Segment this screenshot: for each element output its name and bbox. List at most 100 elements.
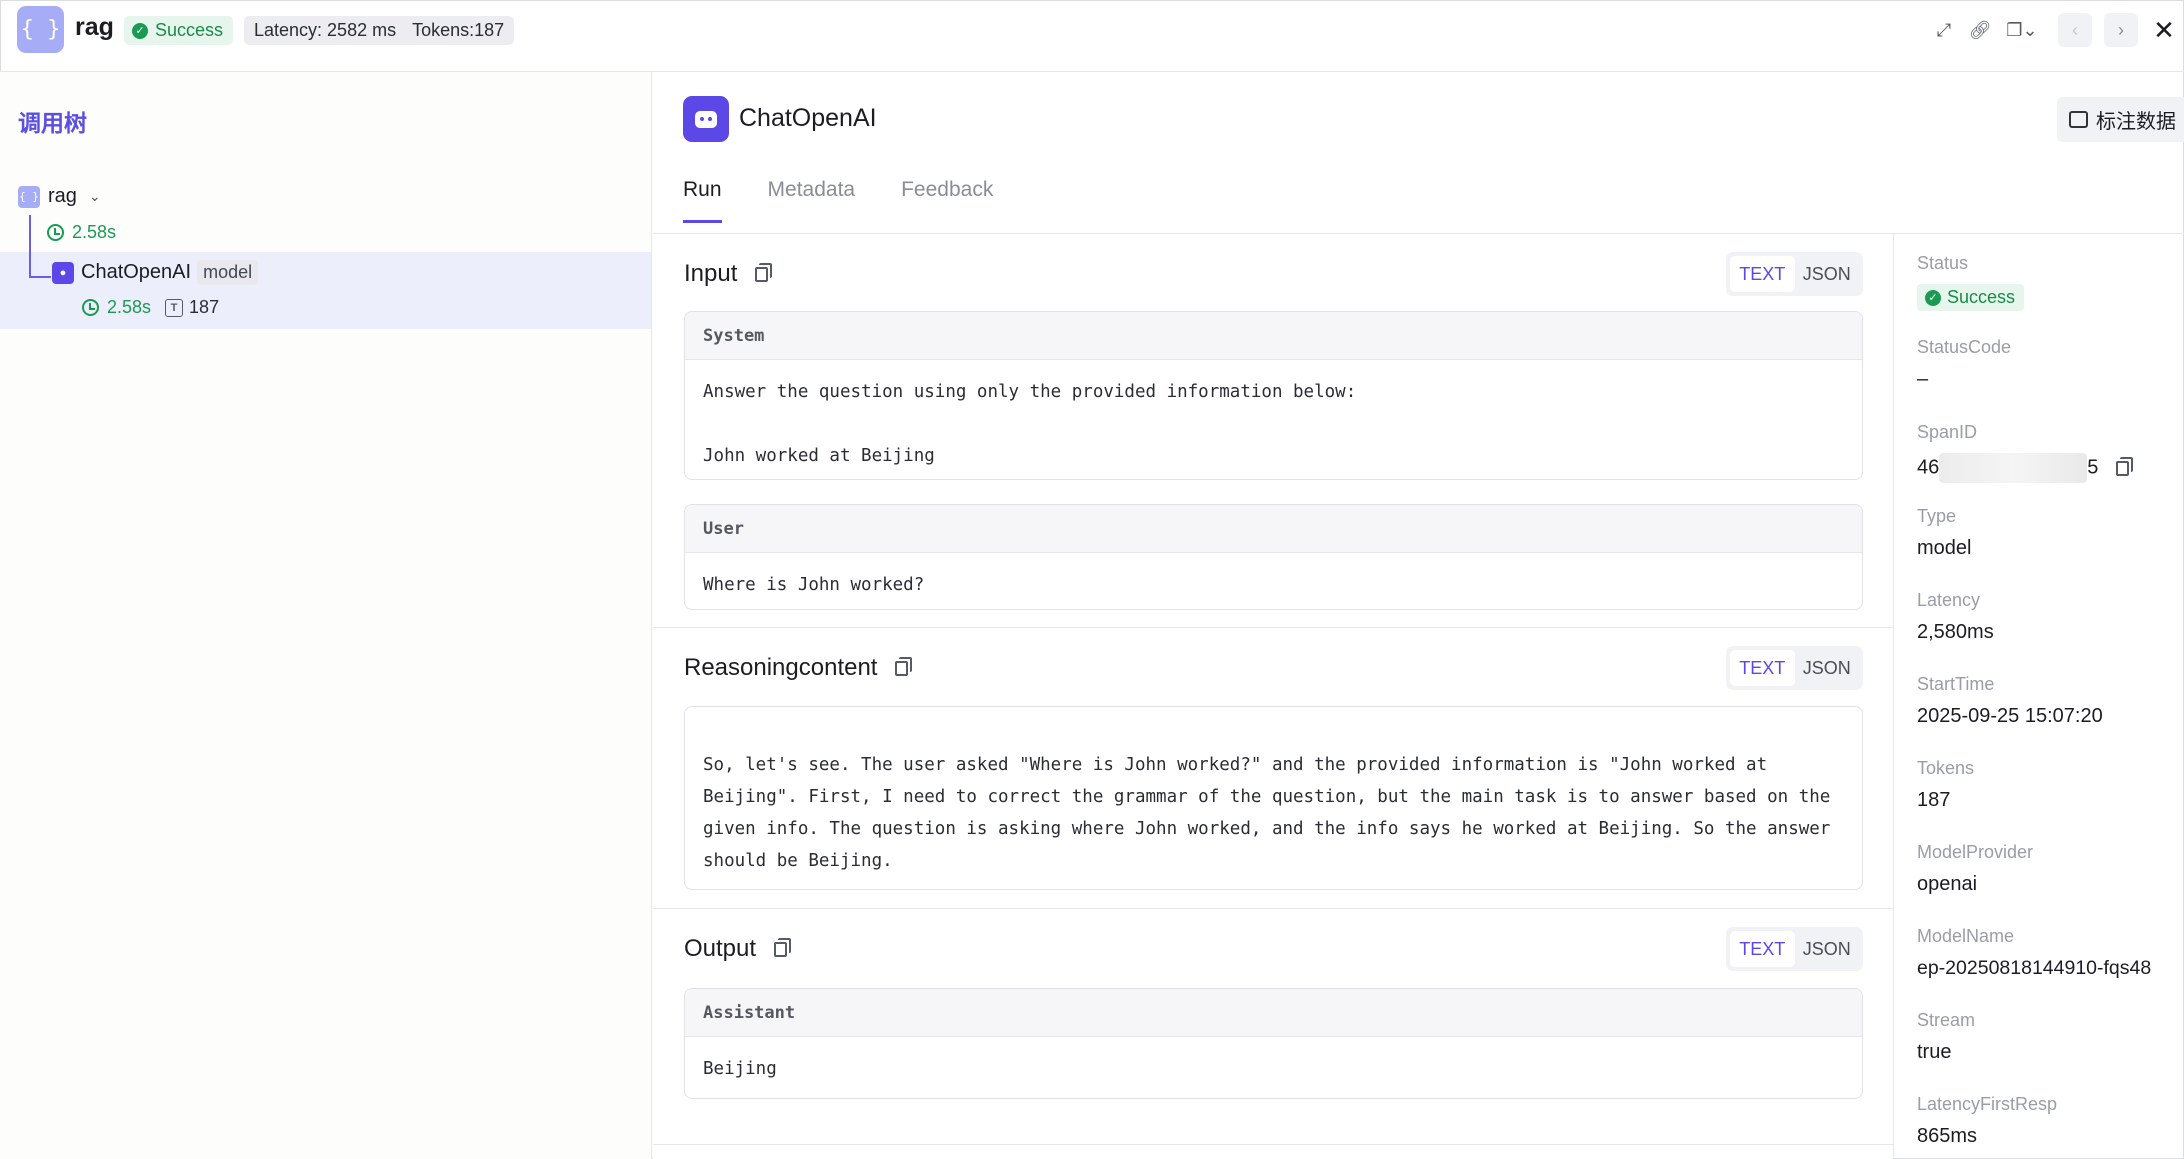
tree-node-label: rag — [48, 185, 77, 207]
check-icon: ✓ — [132, 22, 148, 39]
statuscode-value: – — [1917, 368, 1929, 390]
chevron-down-icon[interactable]: ⌄ — [89, 188, 101, 205]
rag-node-meta: 2.58s — [47, 222, 116, 243]
text-toggle[interactable]: TEXT — [1730, 650, 1795, 686]
user-text: Where is John worked? — [703, 575, 925, 595]
info-spanid: SpanID 46 5 — [1917, 422, 2133, 483]
top-actions: ⤢ 🔗︎ ❐⌄ ‹ › ✕ — [1926, 0, 2184, 60]
prev-icon[interactable]: ‹ — [2058, 13, 2092, 47]
copy-dropdown-icon[interactable]: ❐⌄ — [1998, 12, 2046, 48]
tree-connector — [29, 215, 31, 278]
info-statuscode: StatusCode – — [1917, 337, 2011, 391]
input-section: Input TEXT JSON System Answer the questi… — [653, 234, 1893, 628]
spanid-value: 46 5 — [1917, 453, 2133, 483]
annotate-icon — [2069, 111, 2088, 128]
assistant-role: Assistant — [685, 989, 1862, 1037]
latency-label: Latency — [1917, 590, 1981, 610]
json-toggle[interactable]: JSON — [1795, 256, 1860, 292]
clock-icon — [47, 224, 64, 241]
output-title-row: Output — [684, 935, 792, 963]
system-message: System Answer the question using only th… — [684, 311, 1863, 480]
rag-node-time: 2.58s — [72, 222, 117, 242]
tree-node-rag[interactable]: { } rag ⌄ — [18, 185, 101, 208]
copy-icon[interactable] — [895, 656, 913, 676]
tab-run[interactable]: Run — [683, 178, 722, 223]
output-title: Output — [684, 935, 757, 962]
info-modelname: ModelName ep-20250818144910-fqs48 — [1917, 926, 2151, 980]
reasoning-text: So, let's see. The user asked "Where is … — [703, 755, 1831, 871]
type-value: model — [1917, 537, 1972, 559]
text-toggle[interactable]: TEXT — [1730, 931, 1795, 967]
modelname-label: ModelName — [1917, 926, 2015, 946]
trace-icon: { } — [17, 6, 64, 53]
info-starttime: StartTime 2025-09-25 15:07:20 — [1917, 674, 2103, 728]
system-role: System — [685, 312, 1862, 360]
chatopenai-node-tokens: 187 — [189, 297, 220, 317]
call-tree-pane: 调用树 { } rag ⌄ 2.58s ● ChatOpenAI model 2… — [0, 72, 652, 1159]
expand-icon[interactable]: ⤢ — [1926, 12, 1962, 48]
token-icon: T — [165, 298, 184, 317]
user-role: User — [685, 505, 1862, 553]
input-format-toggle: TEXT JSON — [1726, 252, 1863, 296]
next-icon[interactable]: › — [2104, 13, 2138, 47]
close-icon[interactable]: ✕ — [2146, 12, 2182, 48]
copy-icon[interactable] — [2115, 456, 2133, 476]
annotate-button[interactable]: 标注数据 — [2057, 97, 2184, 142]
clock-icon — [82, 299, 99, 316]
info-status: Status ✓ Success — [1917, 253, 2025, 311]
top-bar: { } rag ✓ Success Latency: 2582 ms Token… — [0, 0, 2184, 72]
info-modelprovider: ModelProvider openai — [1917, 842, 2033, 896]
status-value: Success — [1947, 287, 2016, 307]
firstresp-value: 865ms — [1917, 1125, 1978, 1147]
rag-node-icon: { } — [18, 185, 40, 208]
output-section: Output TEXT JSON Assistant Beijing — [653, 909, 1893, 1145]
detail-header: ChatOpenAI 标注数据 Run Metadata Feedback — [653, 72, 2184, 234]
info-latency: Latency 2,580ms — [1917, 590, 1994, 644]
json-toggle[interactable]: JSON — [1795, 931, 1860, 967]
chatopenai-node-time: 2.58s — [107, 297, 152, 317]
link-icon[interactable]: 🔗︎ — [1962, 12, 1998, 48]
status-text: Success — [155, 20, 224, 40]
run-content: Input TEXT JSON System Answer the questi… — [653, 234, 1893, 1159]
stats-chip: Latency: 2582 ms Tokens:187 — [244, 16, 515, 45]
type-label: Type — [1917, 506, 1957, 526]
status-badge: ✓ Success — [124, 16, 234, 45]
info-type: Type model — [1917, 506, 1971, 560]
detail-tabs: Run Metadata Feedback — [683, 178, 993, 223]
tokens-value: 187 — [1917, 789, 1951, 811]
tab-metadata[interactable]: Metadata — [768, 178, 856, 223]
provider-value: openai — [1917, 873, 1978, 895]
reasoning-title-row: Reasoningcontent — [684, 654, 913, 682]
stream-value: true — [1917, 1041, 1952, 1063]
trace-title: rag — [75, 13, 114, 41]
spanid-suffix: 5 — [2087, 456, 2099, 479]
tokens-label: Tokens — [1917, 758, 1975, 778]
info-latencyfirstresp: LatencyFirstResp 865ms — [1917, 1094, 2057, 1148]
reasoning-section: Reasoningcontent TEXT JSON So, let's see… — [653, 628, 1893, 909]
tree-node-label: ChatOpenAI — [81, 261, 192, 283]
copy-icon[interactable] — [755, 262, 773, 282]
input-title-row: Input — [684, 260, 773, 288]
call-tree-title: 调用树 — [18, 110, 87, 136]
tree-node-chatopenai[interactable]: ● ChatOpenAI model — [52, 260, 259, 285]
copy-icon[interactable] — [774, 937, 792, 957]
chatopenai-node-meta: 2.58s T 187 — [82, 297, 219, 318]
check-icon: ✓ — [1925, 289, 1941, 306]
tokens-text: Tokens:187 — [412, 20, 505, 40]
reasoning-title: Reasoningcontent — [684, 654, 878, 681]
tab-feedback[interactable]: Feedback — [901, 178, 993, 223]
reasoning-format-toggle: TEXT JSON — [1726, 646, 1863, 690]
json-toggle[interactable]: JSON — [1795, 650, 1860, 686]
span-info-panel: Status ✓ Success StatusCode – SpanID 46 5… — [1893, 234, 2184, 1159]
spanid-label: SpanID — [1917, 422, 1978, 442]
text-toggle[interactable]: TEXT — [1730, 256, 1795, 292]
info-stream: Stream true — [1917, 1010, 1975, 1064]
statuscode-label: StatusCode — [1917, 337, 2012, 357]
redacted-block — [1939, 453, 2088, 483]
detail-title: ChatOpenAI — [739, 104, 877, 132]
spanid-prefix: 46 — [1917, 456, 1940, 479]
starttime-label: StartTime — [1917, 674, 1995, 694]
modelname-value: ep-20250818144910-fqs48 — [1917, 957, 2152, 979]
bot-icon — [683, 96, 729, 142]
latency-text: Latency: 2582 ms — [254, 20, 397, 40]
